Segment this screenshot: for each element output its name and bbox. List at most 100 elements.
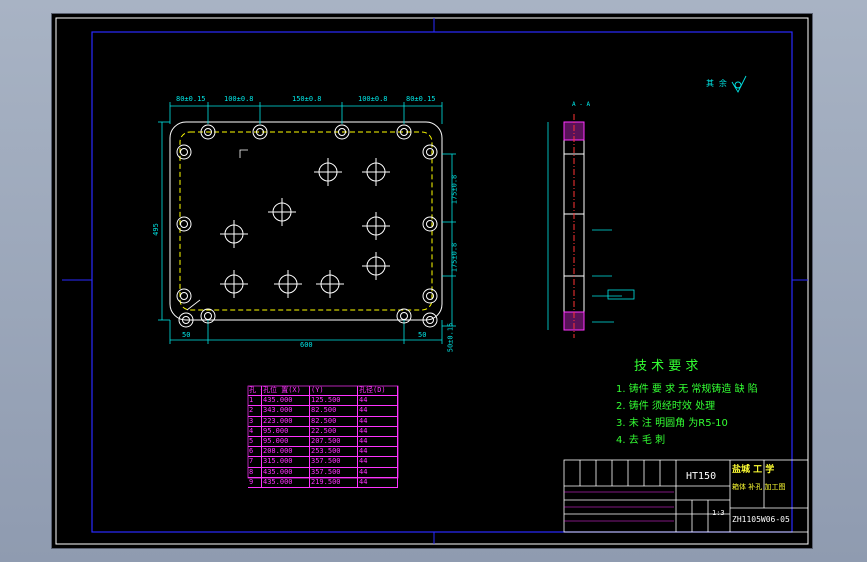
scale-label: 1:3	[712, 509, 725, 517]
table-cell: 253.500	[310, 447, 358, 457]
table-row: 3 223.000 82.500 44	[248, 416, 398, 427]
machined-hole	[362, 252, 390, 280]
table-cell: 223.000	[262, 416, 310, 426]
bolt-hole	[176, 216, 192, 232]
table-cell: 207.500	[310, 436, 358, 447]
table-cell: 44	[358, 447, 398, 457]
table-row: 6 208.000 253.500 44	[248, 447, 398, 458]
machined-hole	[220, 220, 248, 248]
table-cell: 435.000	[262, 467, 310, 477]
table-cell: 44	[358, 406, 398, 416]
table-row: 9 435.000 219.500 44	[248, 477, 398, 488]
machined-hole	[316, 270, 344, 298]
table-header-cell: (Y)	[310, 386, 358, 396]
tech-req-item: 2. 铸件 须经时效 处理	[616, 401, 716, 412]
table-cell: 95.000	[262, 436, 310, 447]
section-label: A - A	[572, 101, 591, 108]
dim-top-4: 100±0.8	[358, 95, 388, 103]
title-block-magenta	[564, 491, 674, 522]
table-cell: 44	[358, 457, 398, 467]
bolt-hole	[176, 144, 192, 160]
dim-bottom-1: 50	[182, 331, 191, 339]
table-cell: 44	[358, 477, 398, 487]
perimeter-bolt-holes	[176, 124, 438, 328]
table-cell: 8	[248, 467, 262, 477]
cad-viewport: 其 余 80±0.15 100±0.8 150±0.8 100±0.8 80±0…	[0, 0, 867, 562]
tech-req-title: 技 术 要 求	[634, 359, 699, 374]
table-header-cell: 孔径(D)	[358, 386, 398, 396]
machined-hole	[220, 270, 248, 298]
tech-req-item: 3. 未 注 明圆角 为R5-10	[616, 418, 728, 429]
dim-top-5: 80±0.15	[406, 95, 436, 103]
table-cell: 357.500	[310, 457, 358, 467]
plate-inner-dashed	[179, 131, 433, 311]
table-cell: 357.500	[310, 467, 358, 477]
surface-finish-symbol	[731, 75, 747, 93]
table-cell: 44	[358, 467, 398, 477]
tech-req-item: 1. 铸件 要 求 无 常规铸造 缺 陷	[616, 384, 758, 395]
hole-table: 孔 号孔位 置(X)(Y)孔径(D)1435.000125.500442343.…	[248, 386, 398, 488]
table-cell: 343.000	[262, 406, 310, 416]
bolt-hole	[176, 288, 192, 304]
dim-bottom-2: 600	[300, 341, 313, 349]
table-row: 5 95.000 207.500 44	[248, 436, 398, 448]
table-cell: 82.500	[310, 416, 358, 426]
machined-hole	[314, 158, 342, 186]
table-row: 1 435.000 125.500 44	[248, 396, 398, 407]
table-cell: 6	[248, 447, 262, 457]
tech-req-item: 4. 去 毛 刺	[616, 435, 666, 446]
table-header-cell: 孔 号	[248, 386, 262, 396]
bolt-hole	[422, 216, 438, 232]
table-cell: 435.000	[262, 396, 310, 406]
table-row: 4 95.000 22.500 44	[248, 426, 398, 437]
bolt-hole	[422, 144, 438, 160]
table-cell: 125.500	[310, 396, 358, 406]
table-cell: 219.500	[310, 477, 358, 487]
table-cell: 4	[248, 426, 262, 436]
table-cell: 3	[248, 416, 262, 426]
drawing-number: ZH1105W06-05	[732, 515, 790, 524]
machined-hole	[362, 158, 390, 186]
table-header-cell: 孔位 置(X)	[262, 386, 310, 396]
table-header: 孔 号孔位 置(X)(Y)孔径(D)	[248, 386, 398, 397]
table-cell: 435.000	[262, 477, 310, 487]
table-cell: 95.000	[262, 426, 310, 436]
machined-hole	[362, 212, 390, 240]
school-label: 盐城 工 学	[732, 465, 775, 475]
bolt-hole	[422, 288, 438, 304]
dim-right-1: 175±0.8	[450, 174, 459, 205]
table-cell: 82.500	[310, 406, 358, 416]
dim-right-3: 50±0.15	[446, 322, 455, 353]
dim-top-1: 80±0.15	[176, 95, 206, 103]
machined-hole	[268, 198, 296, 226]
table-cell: 22.500	[310, 426, 358, 436]
dim-top-2: 100±0.8	[224, 95, 254, 103]
table-cell: 44	[358, 416, 398, 426]
section-dims	[547, 122, 635, 330]
left-dimension	[158, 121, 170, 321]
table-row: 7 315.000 357.500 44	[248, 457, 398, 468]
machined-hole	[274, 270, 302, 298]
table-cell: 7	[248, 457, 262, 467]
plate-outline	[169, 121, 443, 321]
table-cell: 2	[248, 406, 262, 416]
plan-view	[169, 121, 443, 321]
table-cell: 44	[358, 426, 398, 436]
table-cell: 5	[248, 436, 262, 447]
table-cell: 315.000	[262, 457, 310, 467]
reference-marks	[186, 149, 248, 311]
table-cell: 44	[358, 436, 398, 447]
table-row: 8 435.000 357.500 44	[248, 467, 398, 478]
surface-finish-label: 其 余	[706, 79, 727, 88]
table-cell: 1	[248, 396, 262, 406]
top-dimensions	[169, 102, 443, 124]
tech-req-list: 1. 铸件 要 求 无 常规铸造 缺 陷 2. 铸件 须经时效 处理 3. 未 注 …	[616, 380, 758, 448]
table-row: 2 343.000 82.500 44	[248, 406, 398, 417]
dim-left: 495	[151, 223, 160, 236]
dim-right-2: 175±0.8	[450, 242, 459, 273]
table-cell: 44	[358, 396, 398, 406]
drawing-canvas[interactable]: 其 余 80±0.15 100±0.8 150±0.8 100±0.8 80±0…	[52, 14, 812, 548]
dim-bottom-3: 50	[418, 331, 427, 339]
table-cell: 9	[248, 477, 262, 487]
material-label: HT150	[686, 471, 717, 482]
